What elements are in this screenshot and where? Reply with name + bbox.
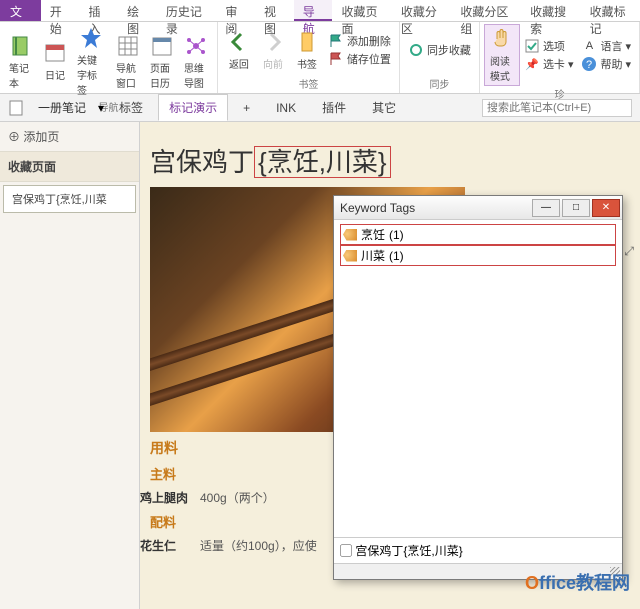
tag-item[interactable]: 川菜 (1) — [340, 245, 616, 266]
maximize-button[interactable]: □ — [562, 199, 590, 217]
chevron-down-icon: ▾ — [625, 58, 631, 71]
notebook-icon — [9, 34, 33, 58]
section-tab-plugin[interactable]: 插件 — [311, 94, 357, 121]
tab-favpage[interactable]: 收藏页面 — [332, 0, 391, 21]
tag-icon — [343, 250, 357, 262]
notebook-button[interactable]: 笔记本 — [4, 24, 38, 99]
group-label-sync: 同步 — [404, 76, 475, 91]
pin-icon — [328, 51, 344, 67]
window-title: Keyword Tags — [336, 201, 530, 215]
file-tab[interactable]: 文件 — [0, 0, 41, 21]
tab-insert[interactable]: 插入 — [79, 0, 118, 21]
tab-home[interactable]: 开始 — [41, 0, 80, 21]
bookmark-icon — [295, 30, 319, 54]
mindmap-icon — [184, 34, 208, 58]
tab-favsearch[interactable]: 收藏搜索 — [521, 0, 580, 21]
tab-favsection[interactable]: 收藏分区 — [392, 0, 451, 21]
add-page-button[interactable]: ⊕ 添加页 — [0, 122, 139, 152]
back-button[interactable]: 返回 — [222, 24, 256, 76]
search-box — [482, 99, 632, 117]
hand-icon — [490, 27, 514, 51]
tag-icon — [343, 229, 357, 241]
tag-item[interactable]: 烹饪 (1) — [340, 224, 616, 245]
calendar-icon — [150, 34, 174, 58]
help-icon: ? — [581, 56, 597, 72]
check-icon — [524, 38, 540, 54]
group-label-bookmark: 书签 — [222, 76, 395, 91]
ribbon-group-nav: 笔记本 日记 关键字标签 导航窗口 页面日历 思维导图 导航 — [0, 22, 218, 93]
diary-icon — [43, 41, 67, 65]
section-tab-0[interactable]: 标签 — [108, 94, 154, 121]
title-tag: {烹饪,川菜} — [254, 146, 391, 178]
search-input[interactable] — [482, 99, 632, 117]
options-button[interactable]: 选项 — [520, 37, 578, 55]
mindmap-button[interactable]: 思维导图 — [179, 24, 213, 99]
tab-nav[interactable]: 导航 — [294, 0, 333, 21]
bookmark-button[interactable]: 书签 — [290, 24, 324, 76]
expand-icon[interactable]: ⤢ — [624, 244, 634, 259]
calendar-button[interactable]: 页面日历 — [145, 24, 179, 99]
doc-icon: ▢ — [340, 544, 352, 558]
chevron-down-icon: ▾ — [625, 40, 631, 53]
section-tab-other[interactable]: 其它 — [361, 94, 407, 121]
forward-icon — [261, 30, 285, 54]
section-tab-1[interactable]: 标记演示 — [158, 94, 228, 121]
flag-icon — [328, 33, 344, 49]
star-icon — [79, 26, 103, 50]
section-tab-ink[interactable]: INK — [265, 96, 307, 120]
assoc-page-item[interactable]: 宫保鸡丁{烹饪,川菜} — [355, 544, 462, 558]
pin2-icon: 📌 — [524, 56, 540, 72]
tab-view[interactable]: 视图 — [255, 0, 294, 21]
close-button[interactable]: ✕ — [592, 199, 620, 217]
fav-item[interactable]: 宫保鸡丁{烹饪,川菜 — [3, 185, 136, 213]
tab-history[interactable]: 历史记录 — [157, 0, 216, 21]
tab-review[interactable]: 审阅 — [216, 0, 255, 21]
keyword-tags-window[interactable]: Keyword Tags — □ ✕ 烹饪 (1) 川菜 (1) ▢ 宫保鸡丁{… — [333, 195, 623, 580]
help-button[interactable]: ?帮助▾ — [577, 55, 635, 73]
notebook-name[interactable]: 一册笔记 — [30, 97, 94, 118]
notebook-dropdown-icon[interactable] — [8, 99, 26, 117]
sync-fav-button[interactable]: 同步收藏 — [404, 41, 475, 59]
tags-list: 烹饪 (1) 川菜 (1) — [334, 220, 622, 537]
navwnd-button[interactable]: 导航窗口 — [111, 24, 145, 99]
read-mode-button[interactable]: 阅读模式 — [484, 24, 520, 86]
tab-draw[interactable]: 绘图 — [118, 0, 157, 21]
tab-favgroup[interactable]: 收藏分区组 — [451, 0, 521, 21]
chevron-down-icon: ▾ — [568, 58, 574, 71]
plus-icon: ⊕ — [8, 130, 20, 144]
ribbon-group-bookmark: 返回 向前 书签 添加删除 储存位置 书签 — [218, 22, 400, 93]
globe-icon: A — [581, 38, 597, 54]
window-titlebar[interactable]: Keyword Tags — □ ✕ — [334, 196, 622, 220]
page-title[interactable]: 宫保鸡丁{烹饪,川菜} — [150, 142, 630, 179]
svg-text:?: ? — [586, 59, 592, 71]
chevron-down-icon[interactable]: ▾ — [98, 101, 104, 115]
grid-icon — [116, 34, 140, 58]
keyword-button[interactable]: 关键字标签 — [72, 24, 111, 99]
add-del-button[interactable]: 添加删除 — [324, 32, 395, 50]
minimize-button[interactable]: — — [532, 199, 560, 217]
lang-button[interactable]: A语言▾ — [577, 37, 635, 55]
ribbon-tabs: 文件 开始 插入 绘图 历史记录 审阅 视图 导航 收藏页面 收藏分区 收藏分区… — [0, 0, 640, 22]
tab-favtag[interactable]: 收藏标记 — [581, 0, 640, 21]
diary-button[interactable]: 日记 — [38, 24, 72, 99]
select-button[interactable]: 📌选卡▾ — [520, 55, 578, 73]
fav-header: 收藏页面 — [0, 152, 139, 182]
ribbon-group-extra: 阅读模式 选项 📌选卡▾ A语言▾ ?帮助▾ 珍 — [480, 22, 640, 93]
ribbon: 笔记本 日记 关键字标签 导航窗口 页面日历 思维导图 导航 返回 向前 书签 … — [0, 22, 640, 94]
assoc-pages: ▢ 宫保鸡丁{烹饪,川菜} — [334, 537, 622, 563]
save-pos-button[interactable]: 储存位置 — [324, 50, 395, 68]
back-icon — [227, 30, 251, 54]
sidebar: ⊕ 添加页 收藏页面 宫保鸡丁{烹饪,川菜 — [0, 122, 140, 609]
section-add[interactable]: + — [232, 96, 261, 120]
ribbon-group-sync: 同步收藏 同步 — [400, 22, 480, 93]
forward-button[interactable]: 向前 — [256, 24, 290, 76]
watermark: Office教程网 — [525, 569, 630, 595]
sync-icon — [408, 42, 424, 58]
